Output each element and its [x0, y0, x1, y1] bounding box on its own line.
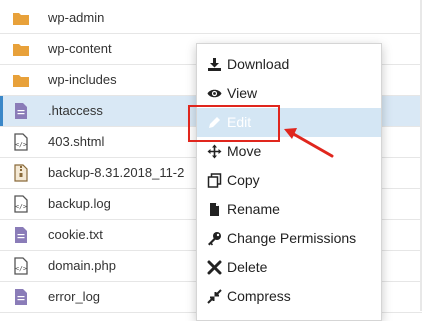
svg-text:</>: </> [15, 203, 27, 211]
menu-item-download[interactable]: Download [197, 50, 381, 79]
file-row-wp-admin[interactable]: wp-admin [0, 3, 422, 34]
file-name: domain.php [48, 258, 116, 273]
file-name: .htaccess [48, 103, 103, 118]
menu-item-view[interactable]: View [197, 79, 381, 108]
text-file-icon [15, 289, 27, 305]
key-icon [208, 232, 221, 246]
folder-icon [13, 44, 29, 56]
folder-icon [13, 13, 29, 25]
move-icon [207, 144, 222, 159]
archive-file-icon [14, 164, 28, 182]
menu-item-delete[interactable]: Delete [197, 253, 381, 282]
menu-item-copy[interactable]: Copy [197, 166, 381, 195]
download-icon [208, 58, 221, 71]
menu-item-compress[interactable]: Compress [197, 282, 381, 311]
code-file-icon: </> [14, 133, 28, 151]
file-name: wp-admin [48, 10, 105, 25]
menu-item-label: Compress [227, 288, 291, 304]
text-file-icon [15, 103, 27, 119]
file-name: wp-content [48, 41, 112, 56]
menu-item-label: Move [227, 143, 262, 159]
compress-icon [207, 289, 222, 304]
file-name: error_log [48, 289, 101, 304]
file-name: wp-includes [48, 72, 117, 87]
eye-icon [207, 89, 222, 98]
rename-file-icon [210, 203, 219, 216]
annotation-arrow-icon [284, 128, 334, 158]
annotation-highlight-box [188, 105, 280, 142]
menu-item-rename[interactable]: Rename [197, 195, 381, 224]
svg-text:</>: </> [15, 265, 27, 273]
menu-item-label: Rename [227, 201, 280, 217]
folder-icon [13, 75, 29, 87]
context-menu: Download View Edit Move Copy Rename Chan… [196, 43, 382, 321]
svg-text:</>: </> [15, 141, 27, 149]
code-file-icon: </> [14, 195, 28, 213]
file-name: backup-8.31.2018_11-2 [48, 165, 185, 180]
menu-item-change-permissions[interactable]: Change Permissions [197, 224, 381, 253]
file-name: backup.log [48, 196, 111, 211]
menu-item-label: Copy [227, 172, 260, 188]
delete-x-icon [207, 260, 222, 275]
menu-item-label: Change Permissions [227, 230, 357, 246]
file-name: 403.shtml [48, 134, 105, 149]
menu-item-label: Download [227, 56, 290, 72]
menu-item-label: Delete [227, 259, 268, 275]
copy-icon [207, 173, 222, 188]
code-file-icon: </> [14, 257, 28, 275]
menu-item-label: View [227, 85, 258, 101]
text-file-icon [15, 227, 27, 243]
file-name: cookie.txt [48, 227, 103, 242]
